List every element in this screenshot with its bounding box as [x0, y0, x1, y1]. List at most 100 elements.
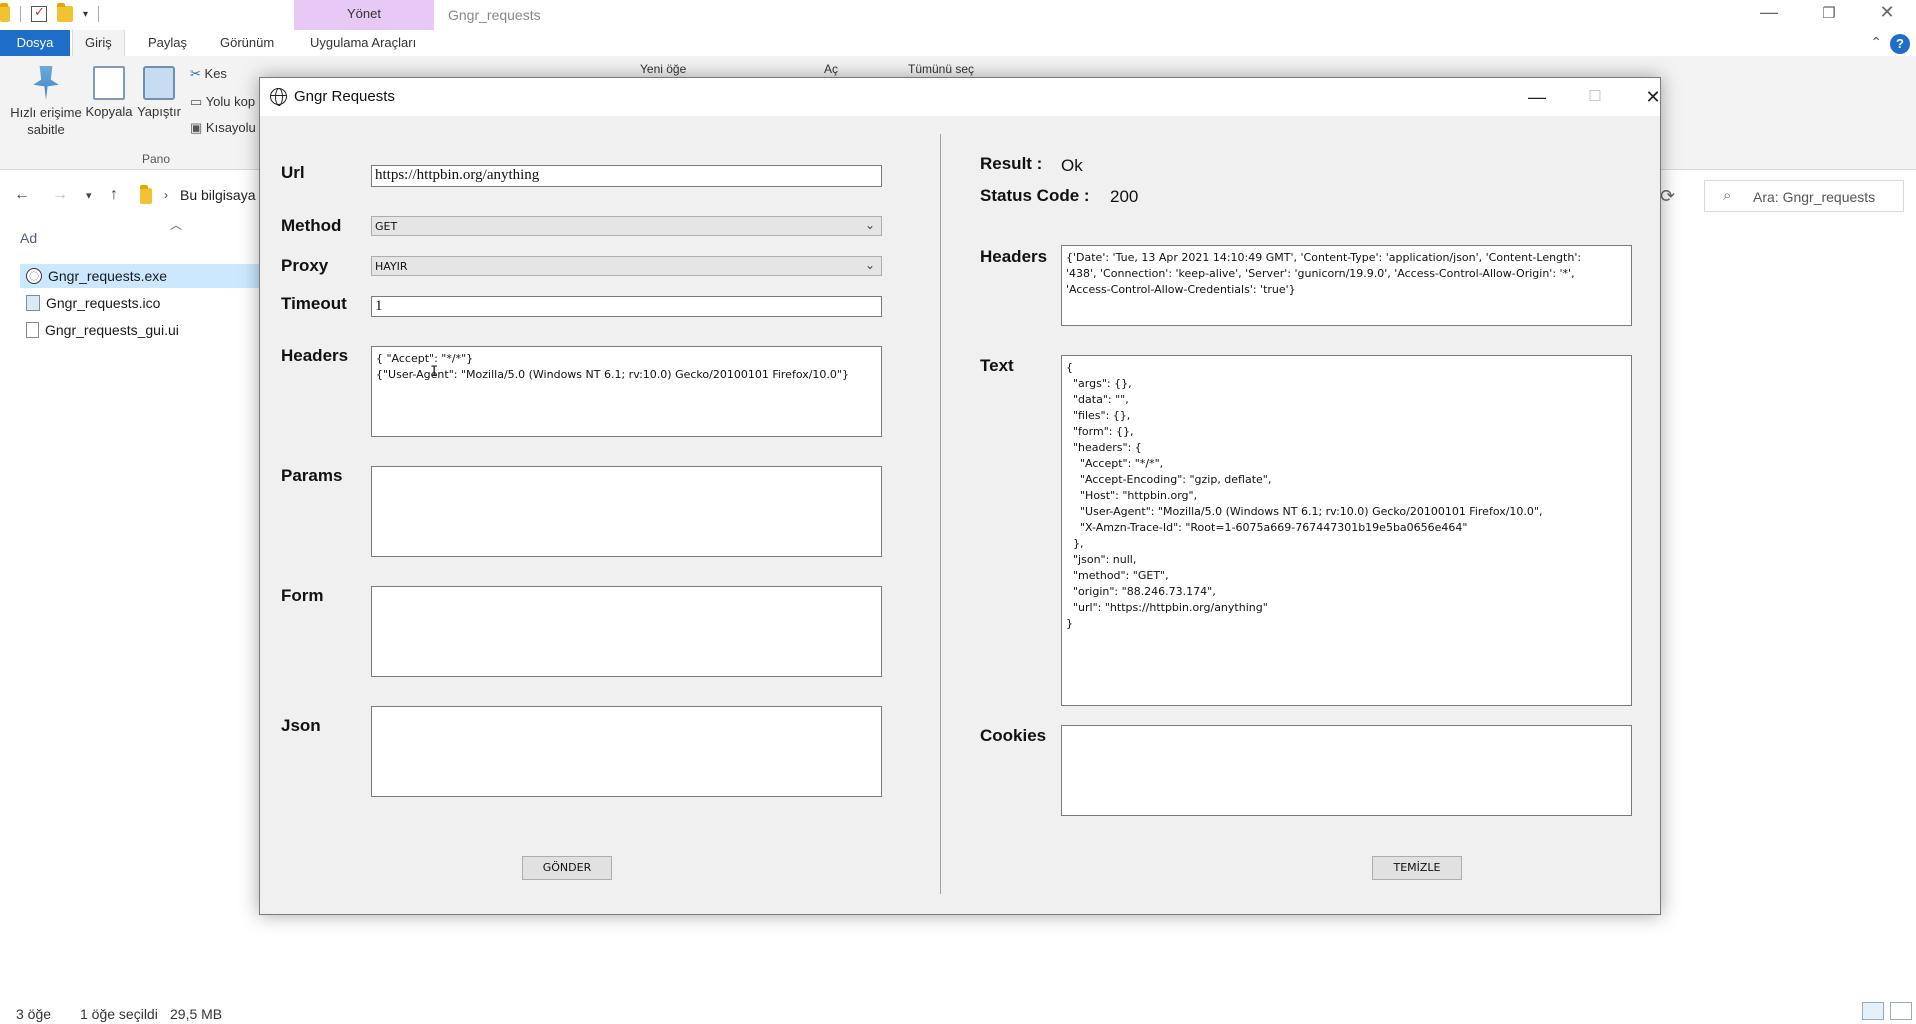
up-arrow-icon[interactable]: ↑ — [110, 186, 118, 204]
file-name: Gngr_requests.exe — [48, 268, 168, 284]
customize-dropdown-icon[interactable]: ▾ — [83, 9, 88, 20]
quick-access-toolbar: ▾ — [0, 3, 100, 22]
folder-icon — [0, 3, 10, 22]
new-folder-icon[interactable] — [57, 3, 73, 22]
tab-view[interactable]: Görünüm — [208, 30, 286, 56]
form-label: Form — [281, 586, 324, 605]
status-code-label: Status Code : — [980, 186, 1090, 205]
shortcut-icon: ▣ — [190, 120, 203, 135]
copy-path-icon: ▭ — [190, 94, 203, 109]
response-text-textarea[interactable]: { "args": {}, "data": "", "files": {}, "… — [1061, 355, 1632, 706]
cookies-label: Cookies — [980, 726, 1047, 745]
recent-dropdown-icon[interactable]: ▾ — [86, 189, 92, 202]
headers-textarea[interactable]: { "Accept": "*/*"} {"User-Agent": "Mozil… — [371, 346, 882, 437]
method-label: Method — [281, 216, 342, 235]
minimize-button[interactable]: — — [1746, 2, 1792, 23]
copy-button[interactable]: Kopyala — [84, 66, 134, 119]
item-count: 3 öğe — [16, 1006, 52, 1022]
send-button[interactable]: GÖNDER — [522, 856, 612, 880]
select-all-button[interactable]: Tümünü seç — [908, 62, 974, 76]
selected-size: 29,5 MB — [170, 1006, 223, 1022]
timeout-field[interactable]: 1 — [371, 296, 882, 317]
column-header-name[interactable]: Ad — [20, 230, 37, 246]
breadcrumb-chevron-icon: › — [164, 188, 168, 202]
form-textarea[interactable] — [371, 586, 882, 677]
file-row[interactable]: Gngr_requests.ico — [20, 291, 260, 315]
pin-label: Hızlı erişime sabitle — [10, 105, 82, 137]
clear-button[interactable]: TEMİZLE — [1372, 856, 1462, 880]
result-label: Result : — [980, 154, 1043, 173]
properties-icon[interactable] — [31, 4, 47, 22]
pin-icon — [33, 66, 59, 100]
divider — [20, 6, 21, 22]
tab-home[interactable]: Giriş — [72, 30, 125, 56]
close-button[interactable]: ✕ — [1628, 82, 1678, 112]
scissors-icon: ✂ — [190, 66, 201, 81]
dialog-titlebar: Gngr Requests — ☐ ✕ — [260, 78, 1661, 116]
minimize-button[interactable]: — — [1512, 82, 1562, 112]
url-field[interactable]: https://httpbin.org/anything — [371, 165, 882, 187]
search-input[interactable]: ⌕ Ara: Gngr_requests — [1704, 180, 1904, 212]
search-placeholder: Ara: Gngr_requests — [1753, 189, 1876, 205]
gngr-requests-dialog: Gngr Requests — ☐ ✕ Url https://httpbin.… — [259, 77, 1661, 915]
forward-arrow-icon[interactable]: → — [52, 186, 68, 204]
copy-path-label: Yolu kop — [205, 94, 256, 109]
maximize-button: ☐ — [1588, 88, 1602, 105]
params-textarea[interactable] — [371, 466, 882, 557]
open-button[interactable]: Aç — [824, 62, 838, 76]
json-label: Json — [281, 716, 321, 735]
file-name: Gngr_requests.ico — [46, 295, 161, 311]
chevron-down-icon: ⌄ — [864, 218, 875, 232]
image-file-icon — [26, 295, 40, 311]
cut-button[interactable]: ✂ Kes — [190, 66, 227, 82]
document-icon — [26, 322, 39, 338]
paste-shortcut-button[interactable]: ▣ Kısayolu — [190, 120, 256, 136]
method-select[interactable]: GET ⌄ — [371, 216, 882, 236]
cookies-textarea[interactable] — [1061, 725, 1632, 816]
globe-icon — [26, 268, 42, 284]
collapse-ribbon-icon[interactable]: ⌃ — [1870, 34, 1882, 51]
new-item-button[interactable]: Yeni öğe — [640, 62, 686, 76]
tab-application-tools[interactable]: Uygulama Araçları — [298, 30, 428, 56]
file-name: Gngr_requests_gui.ui — [45, 322, 179, 338]
explorer-window-title: Gngr_requests — [448, 7, 541, 23]
proxy-select[interactable]: HAYIR ⌄ — [371, 256, 882, 276]
dialog-title: Gngr Requests — [294, 88, 395, 105]
paste-button[interactable]: Yapıştır — [134, 66, 184, 119]
close-button[interactable]: ✕ — [1864, 2, 1910, 23]
json-textarea[interactable] — [371, 706, 882, 797]
back-arrow-icon[interactable]: ← — [14, 186, 30, 204]
proxy-value: HAYIR — [375, 260, 408, 273]
text-cursor-icon: I — [430, 364, 439, 380]
copy-path-button[interactable]: ▭ Yolu kop — [190, 94, 255, 110]
restore-button[interactable]: ❐ — [1806, 4, 1852, 22]
file-row[interactable]: Gngr_requests.exe — [20, 264, 260, 288]
paste-icon — [143, 66, 175, 100]
file-row[interactable]: Gngr_requests_gui.ui — [20, 318, 260, 342]
proxy-label: Proxy — [281, 256, 329, 275]
params-label: Params — [281, 466, 343, 485]
headers-label: Headers — [281, 346, 349, 365]
pin-quick-access-button[interactable]: Hızlı erişime sabitle — [8, 66, 84, 138]
copy-label: Kopyala — [85, 104, 133, 119]
copy-icon — [93, 66, 125, 100]
large-icons-view-icon[interactable] — [1890, 1002, 1912, 1020]
method-value: GET — [375, 220, 398, 233]
refresh-icon[interactable]: ⟳ — [1660, 186, 1675, 207]
timeout-label: Timeout — [281, 294, 347, 313]
details-view-icon[interactable] — [1862, 1002, 1884, 1020]
tab-file[interactable]: Dosya — [0, 30, 70, 56]
context-tab-manage[interactable]: Yönet — [294, 0, 434, 30]
result-value: Ok — [1061, 156, 1083, 175]
search-icon: ⌕ — [1723, 187, 1732, 204]
panel-divider — [940, 134, 941, 894]
status-code-value: 200 — [1110, 187, 1139, 206]
clipboard-group-label: Pano — [142, 152, 171, 166]
chevron-down-icon: ⌄ — [864, 258, 875, 272]
address-path[interactable]: Bu bilgisaya — [180, 187, 256, 203]
url-label: Url — [281, 163, 305, 182]
help-icon[interactable]: ? — [1890, 34, 1910, 54]
cut-label: Kes — [204, 66, 227, 81]
response-headers-textarea[interactable]: {'Date': 'Tue, 13 Apr 2021 14:10:49 GMT'… — [1061, 245, 1632, 326]
tab-share[interactable]: Paylaş — [136, 30, 199, 56]
